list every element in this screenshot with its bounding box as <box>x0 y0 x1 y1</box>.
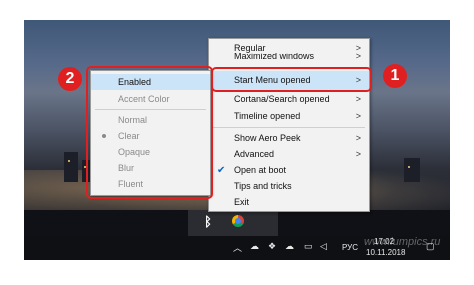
chevron-right-icon: > <box>355 53 361 61</box>
annotation-frame-1 <box>211 67 372 92</box>
chrome-icon[interactable] <box>232 215 244 227</box>
menu-item-label: Maximized windows <box>234 53 315 61</box>
menu-item-label: Exit <box>234 197 250 207</box>
building <box>404 158 420 182</box>
annotation-badge-1: 1 <box>383 64 407 88</box>
watermark: www.lumpics.ru <box>364 236 441 248</box>
network-icon[interactable]: ▭ <box>304 241 313 252</box>
chevron-right-icon: > <box>355 111 361 121</box>
language-indicator[interactable]: РУС <box>342 242 358 254</box>
dropbox-icon[interactable]: ❖ <box>268 241 276 252</box>
menu-separator <box>213 127 365 128</box>
annotation-badge-2: 2 <box>58 67 82 91</box>
translucenttb-icon[interactable]: ᛒ <box>199 213 217 231</box>
onedrive-icon[interactable]: ☁ <box>285 241 294 252</box>
menu-item-exit[interactable]: Exit <box>209 193 369 212</box>
menu-item-label: Timeline opened <box>234 111 301 121</box>
chevron-up-icon[interactable]: ︿ <box>233 241 242 254</box>
tray-context-menu: Regular > Maximized windows > Start Menu… <box>208 38 370 212</box>
cloud-icon[interactable]: ☁ <box>250 241 259 252</box>
menu-item-timeline-opened[interactable]: Timeline opened > <box>209 107 369 126</box>
building <box>64 152 78 182</box>
menu-item-maximized-windows[interactable]: Maximized windows > <box>209 53 369 65</box>
clock-date[interactable]: 10.11.2018 <box>366 247 405 259</box>
annotation-frame-2 <box>86 66 213 199</box>
volume-icon[interactable]: ◁ <box>320 241 327 252</box>
